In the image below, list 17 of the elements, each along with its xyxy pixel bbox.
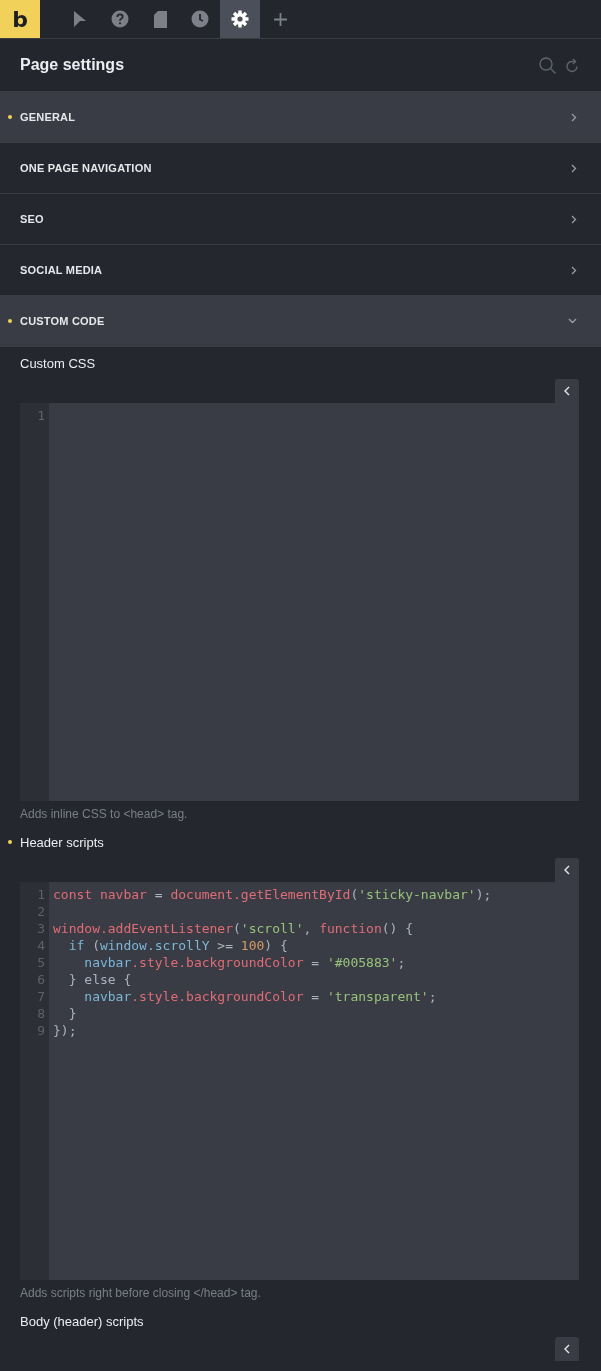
code-line: }); — [53, 1022, 78, 1039]
code-line: if (window.scrollY >= 100) { — [67, 937, 289, 954]
code-line: window.addEventListener('scroll', function() { — [53, 920, 415, 937]
code-line: navbar.style.backgroundColor = 'transparent'; — [83, 988, 438, 1005]
accordion-header[interactable]: CUSTOM CODE — [0, 296, 601, 346]
panel-title: Page settings — [20, 56, 126, 74]
help-text: Adds inline CSS to <head> tag. — [20, 806, 189, 823]
help-text: Adds scripts right before closing </head> tag. — [20, 1285, 262, 1302]
field-label: Custom CSS — [20, 355, 96, 371]
logo[interactable]: b — [0, 0, 40, 38]
code-line: } — [67, 1005, 78, 1022]
field-label: Body (header) scripts — [20, 1313, 144, 1329]
code-line: navbar.style.backgroundColor = '#005883'; — [83, 954, 407, 971]
field-label: Header scripts — [20, 834, 104, 850]
code-line: const navbar = document.getElementById('sticky-navbar'); — [53, 886, 493, 903]
accordion-header[interactable]: GENERAL — [0, 92, 601, 142]
code-line: } else { — [67, 971, 133, 988]
